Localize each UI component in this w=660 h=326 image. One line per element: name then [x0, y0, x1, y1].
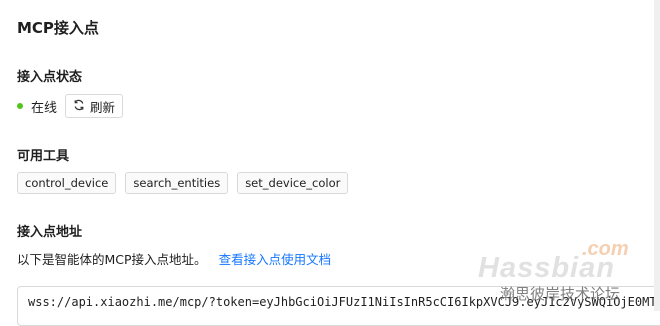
- tool-tag: control_device: [17, 172, 117, 194]
- tool-tags: control_device search_entities set_devic…: [17, 172, 349, 194]
- tool-tag: set_device_color: [237, 172, 349, 194]
- page-title: MCP接入点: [17, 19, 99, 37]
- refresh-icon: [73, 99, 85, 114]
- scrollbar[interactable]: [654, 0, 660, 311]
- watermark-tagline: 瀚思彼岸技术论坛: [500, 285, 620, 303]
- hassbian-watermark: .com Hassbian 瀚思彼岸技术论坛: [476, 233, 646, 307]
- tools-heading: 可用工具: [17, 149, 70, 164]
- watermark-brand: Hassbian: [478, 252, 615, 284]
- view-docs-link[interactable]: 查看接入点使用文档: [219, 249, 332, 268]
- status-row: 在线 刷新: [17, 94, 124, 118]
- status-heading: 接入点状态: [17, 70, 83, 85]
- online-status-dot: [17, 103, 23, 109]
- endpoint-description: 以下是智能体的MCP接入点地址。: [17, 252, 207, 267]
- tool-tag: search_entities: [125, 172, 229, 194]
- endpoint-heading: 接入点地址: [17, 225, 83, 240]
- endpoint-description-row: 以下是智能体的MCP接入点地址。 查看接入点使用文档: [17, 249, 331, 268]
- refresh-button[interactable]: 刷新: [65, 94, 124, 118]
- refresh-label: 刷新: [90, 99, 116, 115]
- status-text: 在线: [31, 100, 58, 116]
